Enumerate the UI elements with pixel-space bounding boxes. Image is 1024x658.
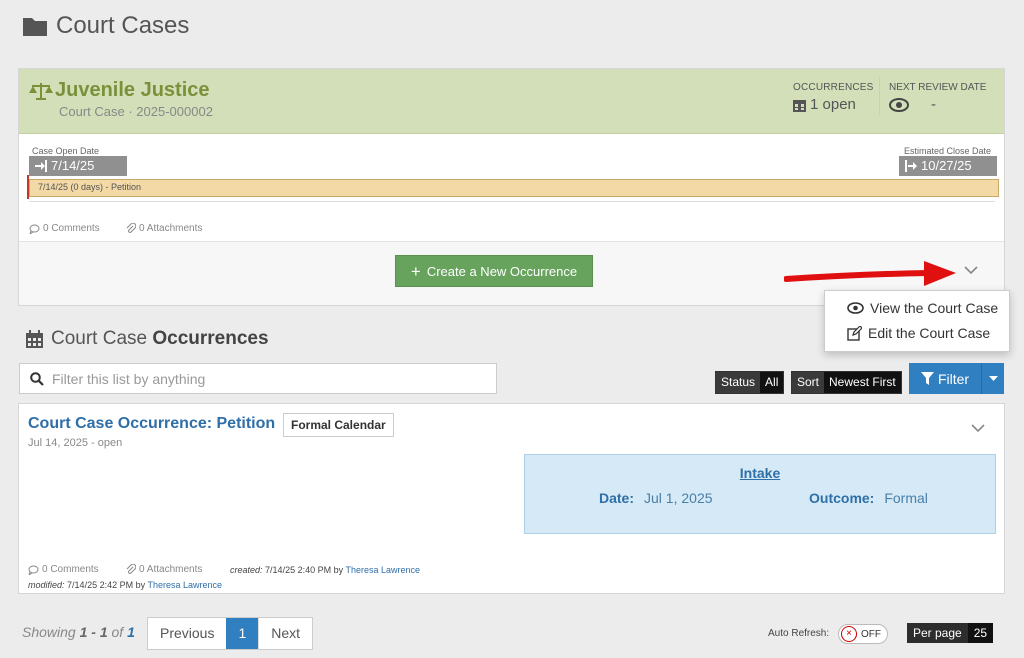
status-filter[interactable]: Status All: [715, 371, 785, 394]
view-court-case-item[interactable]: View the Court Case: [847, 300, 998, 316]
occurrences-value: 1 open: [793, 96, 856, 113]
sort-filter[interactable]: Sort Newest First: [791, 371, 902, 394]
occurrence-title-link[interactable]: Court Case Occurrence: Petition: [28, 415, 275, 433]
previous-page-button[interactable]: Previous: [148, 618, 226, 649]
header-divider: [879, 77, 880, 115]
estimated-close-date-label: Estimated Close Date: [904, 146, 992, 156]
page-title-text: Court Cases: [56, 12, 190, 39]
case-actions-chevron[interactable]: [964, 266, 978, 275]
pagination: Previous 1 Next: [147, 617, 314, 650]
occurrence-comments[interactable]: 0 Comments: [28, 564, 99, 575]
annotation-arrow: [784, 260, 964, 292]
page-title: Court Cases: [22, 12, 189, 40]
calendar-badge: Formal Calendar: [283, 413, 394, 437]
showing-count: Showing 1 - 1 of 1: [22, 624, 135, 640]
modified-info: modified: 7/14/25 2:42 PM by Theresa Law…: [28, 580, 222, 590]
case-open-date-label: Case Open Date: [32, 146, 100, 156]
edit-icon: [847, 325, 862, 341]
edit-court-case-item[interactable]: Edit the Court Case: [847, 325, 990, 341]
calendar-icon: [793, 98, 806, 112]
per-page-selector[interactable]: Per page 25: [907, 623, 994, 643]
filter-main-button[interactable]: Filter: [909, 363, 982, 394]
chevron-down-icon: [964, 266, 978, 275]
next-review-value: -: [889, 96, 936, 113]
created-by-link[interactable]: Theresa Lawrence: [345, 565, 420, 575]
occurrence-date-status: Jul 14, 2025 - open: [28, 437, 123, 449]
create-occurrence-button[interactable]: + Create a New Occurrence: [395, 255, 593, 287]
case-name[interactable]: Juvenile Justice: [29, 79, 210, 102]
occurrences-label: OCCURRENCES: [793, 82, 874, 93]
chevron-down-icon: [971, 424, 985, 433]
eye-icon: [847, 302, 864, 314]
search-placeholder: Filter this list by anything: [52, 370, 206, 387]
modified-by-link[interactable]: Theresa Lawrence: [147, 580, 222, 590]
auto-refresh-label: Auto Refresh:: [768, 628, 830, 639]
filter-dropdown-toggle[interactable]: [982, 376, 1004, 381]
intake-date: Date: Jul 1, 2025: [599, 490, 713, 506]
case-header: Juvenile Justice Court Case · 2025-00000…: [19, 69, 1004, 134]
case-actions-menu: View the Court Case Edit the Court Case: [824, 290, 1010, 352]
next-review-label: NEXT REVIEW DATE: [889, 82, 987, 93]
next-page-button[interactable]: Next: [258, 618, 312, 649]
close-icon: ×: [841, 626, 857, 642]
created-info: created: 7/14/25 2:40 PM by Theresa Lawr…: [230, 565, 420, 575]
search-icon: [30, 371, 44, 386]
plus-icon: +: [410, 261, 421, 281]
calendar-icon: [26, 330, 43, 348]
intake-panel: Intake Date: Jul 1, 2025 Outcome: Formal: [524, 454, 996, 534]
case-attachments[interactable]: 0 Attachments: [126, 223, 202, 234]
paperclip-icon: [126, 223, 136, 234]
eye-icon: [889, 97, 909, 112]
timeline-event-label: 7/14/25 (0 days) - Petition: [38, 182, 142, 192]
filter-button[interactable]: Filter: [909, 363, 1004, 394]
case-open-date: 7/14/25: [29, 156, 127, 176]
occurrence-attachments[interactable]: 0 Attachments: [126, 564, 202, 575]
sign-in-icon: [35, 160, 47, 172]
sign-out-icon: [905, 160, 917, 172]
paperclip-icon: [126, 564, 136, 575]
comment-icon: [28, 565, 39, 575]
funnel-icon: [920, 372, 934, 385]
case-subtitle: Court Case · 2025-000002: [59, 104, 213, 119]
filter-search-input[interactable]: Filter this list by anything: [19, 363, 497, 394]
auto-refresh-toggle[interactable]: × OFF: [838, 624, 888, 644]
caret-down-icon: [988, 376, 998, 381]
scales-icon: [29, 81, 53, 101]
estimated-close-date: 10/27/25: [899, 156, 997, 176]
folder-icon: [22, 15, 48, 37]
intake-link[interactable]: Intake: [525, 465, 995, 481]
occurrence-actions-chevron[interactable]: [971, 424, 985, 433]
comment-icon: [29, 224, 40, 234]
occurrences-section-title: Court Case Occurrences: [26, 328, 269, 350]
intake-outcome: Outcome: Formal: [809, 490, 928, 506]
occurrence-card: Court Case Occurrence: Petition Formal C…: [18, 403, 1005, 594]
timeline-start-marker: [27, 175, 29, 199]
case-timeline-bar[interactable]: 7/14/25 (0 days) - Petition: [29, 179, 999, 197]
timeline-divider: [29, 201, 995, 202]
page-1-button[interactable]: 1: [226, 618, 259, 649]
case-comments[interactable]: 0 Comments: [29, 223, 100, 234]
